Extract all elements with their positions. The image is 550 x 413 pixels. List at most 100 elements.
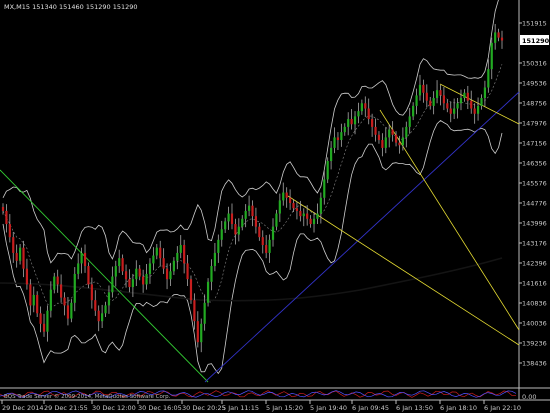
price-axis-label: 145576 <box>522 180 547 188</box>
candle-body <box>111 276 114 293</box>
candle-body <box>490 42 493 70</box>
candle-body <box>94 300 97 311</box>
candle-body <box>463 92 466 99</box>
candle-body <box>176 252 179 261</box>
candle-body <box>384 137 387 148</box>
candle-body <box>449 108 452 114</box>
candle-body <box>18 247 22 261</box>
candle-body <box>497 32 500 38</box>
price-axis-label: 151915 <box>522 20 547 28</box>
candle-body <box>470 100 473 109</box>
candle-body <box>476 105 480 114</box>
candle-body <box>244 210 247 219</box>
price-axis-label: 138436 <box>522 360 547 368</box>
candle-body <box>282 192 285 201</box>
candle-body <box>1 206 5 211</box>
candle-body <box>343 126 346 133</box>
candle-body <box>22 247 25 269</box>
candle-body <box>353 116 357 125</box>
time-axis-label: 29 Dec 21:55 <box>44 404 88 412</box>
candle-body <box>46 310 49 332</box>
candle-body <box>172 260 175 272</box>
candle-body <box>73 273 76 303</box>
price-axis-label: 141616 <box>522 280 547 288</box>
chart-window[interactable]: 151915 150316 149536 148756 147976 147156 1463… <box>0 0 550 413</box>
candle-body <box>189 279 193 301</box>
candle-body <box>418 84 422 96</box>
candle-body <box>5 210 8 225</box>
candle-body <box>234 224 237 235</box>
candle-body <box>124 271 128 280</box>
time-axis-label: 6 Jan 18:10 <box>440 404 477 412</box>
candle-body <box>183 245 186 264</box>
candle-body <box>377 134 381 141</box>
candle-body <box>203 302 206 324</box>
candle-body <box>357 111 360 117</box>
indicator-scale-label: 0.00 <box>522 393 536 401</box>
candle-body <box>121 258 124 272</box>
candle-body <box>347 119 350 127</box>
candle-body <box>330 147 333 162</box>
candle-body <box>56 276 59 285</box>
price-chart[interactable]: 151915 150316 149536 148756 147976 147156 1463… <box>0 0 550 413</box>
candle-body <box>53 276 56 290</box>
candle-body <box>309 218 312 225</box>
candle-body <box>210 266 213 282</box>
candle-body <box>87 266 90 285</box>
candle-body <box>90 284 93 301</box>
candle-body <box>8 224 11 238</box>
candle-body <box>340 132 343 141</box>
candle-body <box>275 213 278 227</box>
candle-body <box>319 197 322 214</box>
candle-body <box>148 263 152 274</box>
time-axis-label: 30 Dec 16:05 <box>138 404 182 412</box>
price-axis-label: 143996 <box>522 220 547 228</box>
candle-body <box>193 300 196 322</box>
candle-body <box>265 245 268 253</box>
candle-body <box>312 218 316 225</box>
price-axis-label: 140836 <box>522 300 547 308</box>
time-axis-label: 29 Dec 2014 <box>2 404 44 412</box>
candle-body <box>131 279 134 288</box>
candle-body <box>288 197 292 204</box>
candle-body <box>439 90 442 96</box>
price-axis-label: 149536 <box>522 80 547 88</box>
price-axis-label: 147156 <box>522 140 547 148</box>
candle-body <box>466 92 469 101</box>
candle-body <box>217 239 220 253</box>
candle-body <box>435 90 439 99</box>
candle-body <box>200 323 203 343</box>
candle-body <box>135 268 138 280</box>
candle-body <box>128 279 131 288</box>
candle-body <box>152 255 155 264</box>
candle-body <box>155 247 158 256</box>
candle-body <box>480 98 483 106</box>
candle-body <box>326 161 329 180</box>
candle-body <box>261 237 264 246</box>
candle-body <box>364 103 367 109</box>
candle-body <box>70 302 73 319</box>
candle-body <box>196 321 199 343</box>
candle-body <box>254 216 258 227</box>
price-axis-label: 144776 <box>522 200 547 208</box>
time-axis-label: 5 Jan 15:20 <box>266 404 303 412</box>
candle-body <box>12 237 15 253</box>
time-axis-label: 6 Jan 09:45 <box>352 404 389 412</box>
candle-body <box>429 100 432 106</box>
candle-body <box>360 103 363 112</box>
copyright-notice: BQS Trade Server © 2009-2014, MetaQuotes… <box>4 393 171 400</box>
candle-body <box>483 87 487 99</box>
candle-body <box>224 221 227 230</box>
candle-body <box>241 218 244 227</box>
candle-body <box>80 252 83 264</box>
candle-body <box>118 258 121 267</box>
candle-body <box>230 213 234 225</box>
candle-body <box>422 84 425 93</box>
candle-body <box>258 226 261 238</box>
candle-body <box>295 208 299 211</box>
price-axis-label: 147976 <box>522 120 547 128</box>
candle-body <box>316 213 319 219</box>
candle-body <box>336 137 340 141</box>
candle-body <box>77 263 80 274</box>
candle-body <box>159 247 162 259</box>
